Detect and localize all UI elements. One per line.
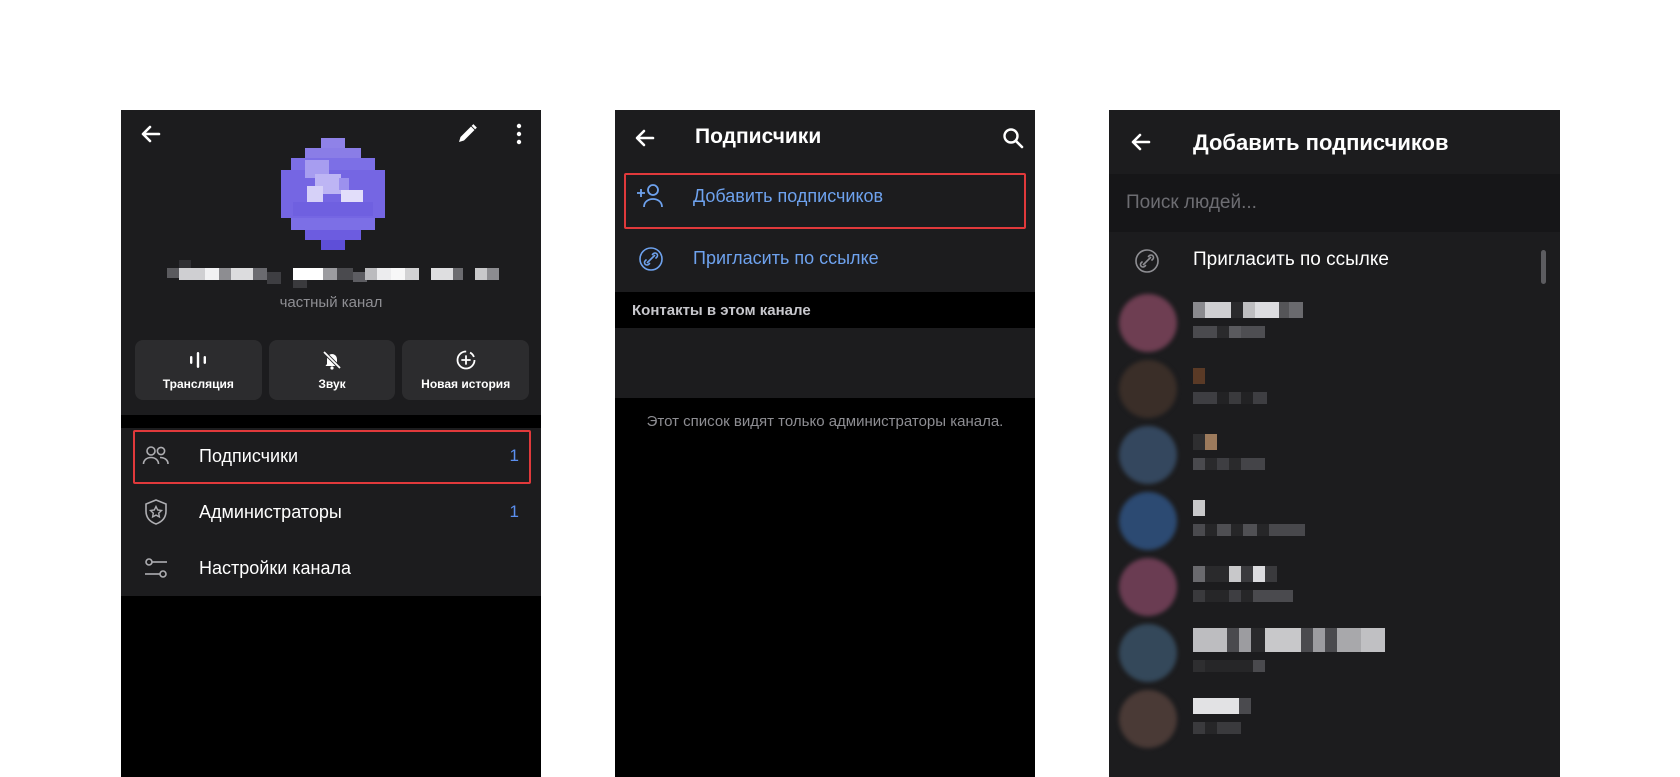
arrow-left-icon[interactable] [631, 124, 659, 152]
add-story-icon [455, 349, 477, 371]
contact-status-pixelated [1193, 722, 1241, 734]
channel-info-screen: частный канал Трансляция Звук Новая исто… [121, 110, 541, 777]
contact-status-pixelated [1193, 392, 1267, 404]
avatar [1119, 360, 1177, 418]
subscribers-screen: Подписчики Добавить подписчиков Пригласи… [615, 110, 1035, 777]
channel-header: частный канал Трансляция Звук Новая исто… [121, 110, 541, 415]
screenshot-stage: частный канал Трансляция Звук Новая исто… [0, 0, 1680, 777]
subscribers-toolbar: Подписчики [615, 110, 1035, 166]
avatar [1119, 492, 1177, 550]
contacts-list [615, 328, 1035, 398]
sound-label: Звук [318, 377, 346, 391]
contact-name-pixelated [1193, 434, 1217, 450]
scrollbar[interactable] [1541, 250, 1546, 284]
pencil-icon[interactable] [453, 120, 481, 148]
admins-count: 1 [509, 502, 519, 521]
page-title: Добавить подписчиков [1193, 130, 1449, 155]
add-subscribers-screen: Добавить подписчиков Пригласить по ссылк… [1109, 110, 1560, 777]
contact-status-pixelated [1193, 590, 1293, 602]
contact-name-pixelated [1193, 566, 1277, 582]
contact-status-pixelated [1193, 326, 1265, 338]
menu-item-admins-label: Администраторы [199, 501, 342, 522]
channel-actions: Трансляция Звук Новая история [135, 340, 530, 400]
contacts-section-header: Контакты в этом канале [615, 292, 1035, 328]
invite-link-button[interactable]: Пригласить по ссылке [1109, 232, 1560, 290]
contact-name-pixelated [1193, 628, 1385, 652]
invite-link-label: Пригласить по ссылке [693, 248, 879, 268]
contact-item[interactable] [1109, 422, 1560, 488]
search-icon[interactable] [999, 124, 1027, 152]
contact-item[interactable] [1109, 356, 1560, 422]
contact-name-pixelated [1193, 500, 1205, 516]
broadcast-button[interactable]: Трансляция [135, 340, 262, 400]
contact-item[interactable] [1109, 620, 1560, 686]
avatar [1119, 426, 1177, 484]
contact-name-pixelated [1193, 698, 1251, 714]
contact-name-pixelated [1193, 302, 1303, 318]
contacts-section-title: Контакты в этом канале [632, 302, 811, 319]
contact-item[interactable] [1109, 554, 1560, 620]
invite-link-label: Пригласить по ссылке [1193, 249, 1389, 270]
sliders-icon [141, 553, 171, 583]
new-story-button[interactable]: Новая история [402, 340, 530, 400]
avatar [1119, 558, 1177, 616]
shield-star-icon [141, 497, 171, 527]
avatar [1119, 690, 1177, 748]
arrow-left-icon[interactable] [1127, 128, 1155, 156]
admins-only-note: Этот список видят только администраторы … [646, 413, 1004, 430]
link-icon [635, 244, 667, 274]
page-title: Подписчики [695, 125, 822, 148]
contact-name-pixelated [1193, 368, 1205, 384]
menu-item-admins[interactable]: Администраторы 1 [121, 484, 541, 540]
menu-item-channel-settings-label: Настройки канала [199, 557, 352, 578]
contact-status-pixelated [1193, 524, 1305, 536]
highlight-box [624, 173, 1026, 229]
sound-button[interactable]: Звук [268, 340, 396, 400]
add-subscribers-toolbar: Добавить подписчиков [1109, 110, 1560, 174]
contact-status-pixelated [1193, 660, 1265, 672]
menu-item-channel-settings[interactable]: Настройки канала [121, 540, 541, 596]
invite-link-button[interactable]: Пригласить по ссылке [615, 228, 1035, 290]
link-icon [1131, 246, 1163, 276]
arrow-left-icon[interactable] [137, 120, 165, 148]
contact-item[interactable] [1109, 290, 1560, 356]
channel-name-pixelated [167, 260, 503, 290]
search-input[interactable] [1126, 190, 1536, 216]
people-search [1109, 174, 1560, 232]
contact-status-pixelated [1193, 458, 1265, 470]
broadcast-label: Трансляция [162, 377, 234, 391]
avatar [1119, 624, 1177, 682]
channel-avatar[interactable] [281, 138, 385, 250]
avatar [1119, 294, 1177, 352]
broadcast-icon [187, 349, 209, 371]
contact-item[interactable] [1109, 686, 1560, 752]
highlight-box [133, 430, 531, 484]
new-story-label: Новая история [421, 377, 511, 391]
more-vertical-icon[interactable] [505, 120, 533, 148]
channel-type: частный канал [279, 294, 383, 311]
contact-item[interactable] [1109, 488, 1560, 554]
bell-off-icon [321, 349, 343, 371]
